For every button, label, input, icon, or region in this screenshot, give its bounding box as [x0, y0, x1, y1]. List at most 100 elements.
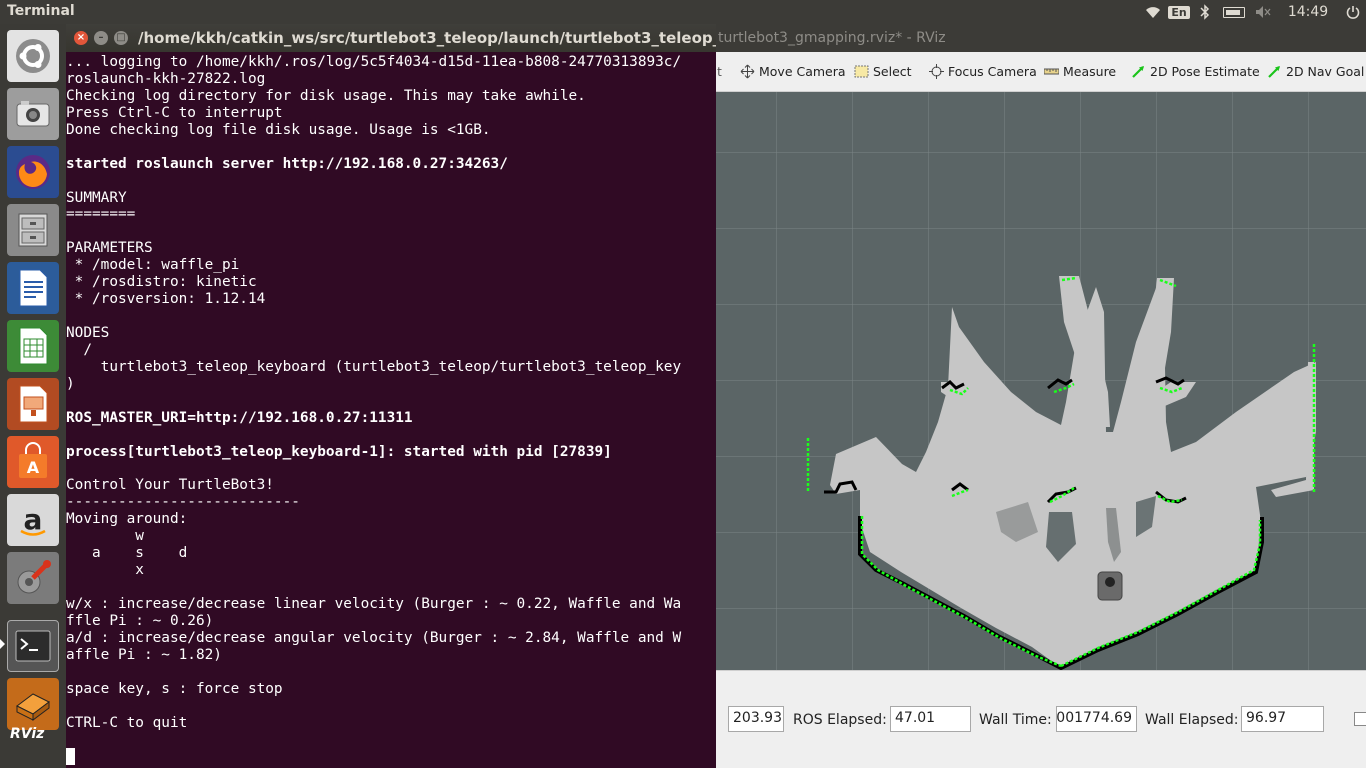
interact-tool-edge[interactable]: t [712, 64, 727, 79]
select-box-icon [854, 64, 869, 79]
terminal-icon [15, 630, 51, 662]
nav-goal-arrow-icon [1267, 64, 1282, 79]
terminal-line: SUMMARY [66, 189, 127, 206]
terminal-prompt-line [66, 748, 716, 766]
launcher-rviz[interactable] [7, 678, 59, 730]
ros-time-field[interactable]: 203.93 [728, 706, 784, 732]
terminal-line: ... logging to /home/kkh/.ros/log/5c5f40… [66, 54, 682, 70]
launcher-calc[interactable] [7, 320, 59, 372]
terminal-line: started roslaunch server http://192.168.… [66, 155, 508, 172]
keyboard-layout-indicator[interactable]: En [1166, 0, 1192, 24]
top-panel: Terminal En 14:49 [0, 0, 1366, 24]
launcher-impress[interactable] [7, 378, 59, 430]
volume-muted-icon[interactable] [1250, 0, 1276, 24]
focus-crosshair-icon [929, 64, 944, 79]
rviz-window[interactable]: turtlebot3_gmapping.rviz* - RViz t Move … [716, 24, 1366, 768]
impress-presentation-icon [19, 385, 48, 423]
launcher-software-center[interactable]: A [7, 436, 59, 488]
launcher-system-settings[interactable] [7, 552, 59, 604]
terminal-line: / [66, 341, 92, 358]
minimize-icon[interactable]: – [94, 31, 108, 45]
calc-spreadsheet-icon [19, 327, 48, 365]
wall-elapsed-field[interactable]: 96.97 [1241, 706, 1324, 732]
terminal-line: affle Pi : ~ 1.82) [66, 646, 222, 663]
svg-text:a: a [24, 503, 43, 536]
terminal-line: NODES [66, 325, 110, 341]
wall-time-label: Wall Time: [979, 712, 1052, 728]
power-icon[interactable] [1340, 0, 1366, 24]
terminal-cursor [66, 748, 75, 766]
tool-2d-pose-estimate[interactable]: 2D Pose Estimate [1131, 64, 1260, 79]
tool-measure[interactable]: Measure [1044, 64, 1116, 79]
terminal-line: * /rosdistro: kinetic [66, 274, 257, 291]
launcher: A a RViz [0, 24, 66, 768]
launcher-writer[interactable] [7, 262, 59, 314]
launcher-ubuntu-dash[interactable] [7, 30, 59, 82]
terminal-line: Done checking log file disk usage. Usage… [66, 121, 491, 138]
terminal-line: process[turtlebot3_teleop_keyboard-1]: s… [66, 443, 612, 460]
amazon-icon: a [20, 503, 46, 536]
ros-elapsed-label: ROS Elapsed: [793, 712, 887, 728]
tool-2d-nav-goal[interactable]: 2D Nav Goal [1267, 64, 1364, 79]
terminal-line: PARAMETERS [66, 240, 153, 257]
terminal-line: ROS_MASTER_URI=http://192.168.0.27:11311 [66, 409, 413, 426]
launcher-amazon[interactable]: a [7, 494, 59, 546]
launcher-files[interactable] [7, 204, 59, 256]
launcher-shotwell[interactable] [7, 88, 59, 140]
terminal-line: a s d [66, 545, 188, 562]
terminal-line: ffle Pi : ~ 0.26) [66, 612, 214, 629]
launcher-terminal[interactable] [7, 620, 59, 672]
tool-move-camera[interactable]: Move Camera [740, 64, 846, 79]
terminal-line: CTRL-C to quit [66, 714, 188, 731]
close-icon[interactable]: × [74, 31, 88, 45]
active-app-title: Terminal [7, 3, 75, 19]
experimental-checkbox[interactable] [1354, 712, 1366, 726]
terminal-titlebar[interactable]: × – □ /home/kkh/catkin_ws/src/turtlebot3… [66, 24, 716, 52]
battery-icon[interactable] [1218, 0, 1250, 24]
terminal-line: a/d : increase/decrease angular velocity… [66, 629, 682, 646]
launcher-firefox[interactable] [7, 146, 59, 198]
tool-select[interactable]: Select [854, 64, 912, 79]
wall-time-field[interactable]: 6001774.69 [1056, 706, 1137, 732]
tool-label: Select [873, 64, 912, 79]
terminal-line: * /rosversion: 1.12.14 [66, 291, 266, 308]
settings-wrench-icon [17, 560, 51, 594]
keyboard-layout-label: En [1168, 5, 1190, 19]
file-cabinet-icon [18, 213, 48, 247]
terminal-line: * /model: waffle_pi [66, 257, 240, 274]
bluetooth-icon[interactable] [1192, 0, 1218, 24]
terminal-line: w [66, 528, 144, 545]
terminal-line: w/x : increase/decrease linear velocity … [66, 596, 682, 612]
terminal-window[interactable]: × – □ /home/kkh/catkin_ws/src/turtlebot3… [66, 24, 716, 768]
tool-label: Move Camera [759, 64, 846, 79]
system-tray: En 14:49 [1140, 0, 1366, 24]
rviz-titlebar[interactable]: turtlebot3_gmapping.rviz* - RViz [716, 24, 1366, 52]
terminal-title: /home/kkh/catkin_ws/src/turtlebot3_teleo… [138, 29, 716, 47]
tool-focus-camera[interactable]: Focus Camera [929, 64, 1037, 79]
terminal-line: --------------------------- [66, 494, 300, 511]
wifi-icon[interactable] [1140, 0, 1166, 24]
camera-icon [16, 101, 50, 127]
tool-label: 2D Pose Estimate [1150, 64, 1260, 79]
clock[interactable]: 14:49 [1276, 4, 1340, 20]
rviz-time-panel: 203.93 ROS Elapsed: 47.01 Wall Time: 600… [716, 670, 1366, 768]
ubuntu-logo-icon [16, 39, 50, 73]
writer-document-icon [19, 269, 48, 307]
tool-label: 2D Nav Goal [1286, 64, 1365, 79]
terminal-line: Press Ctrl-C to interrupt [66, 104, 283, 121]
ros-elapsed-field[interactable]: 47.01 [890, 706, 971, 732]
rviz-3d-view[interactable] [716, 92, 1366, 670]
terminal-line: x [66, 562, 144, 579]
rviz-launcher-label: RViz [10, 726, 45, 742]
terminal-line: Moving around: [66, 511, 188, 528]
maximize-icon[interactable]: □ [114, 31, 128, 45]
terminal-output[interactable]: ... logging to /home/kkh/.ros/log/5c5f40… [66, 52, 716, 768]
